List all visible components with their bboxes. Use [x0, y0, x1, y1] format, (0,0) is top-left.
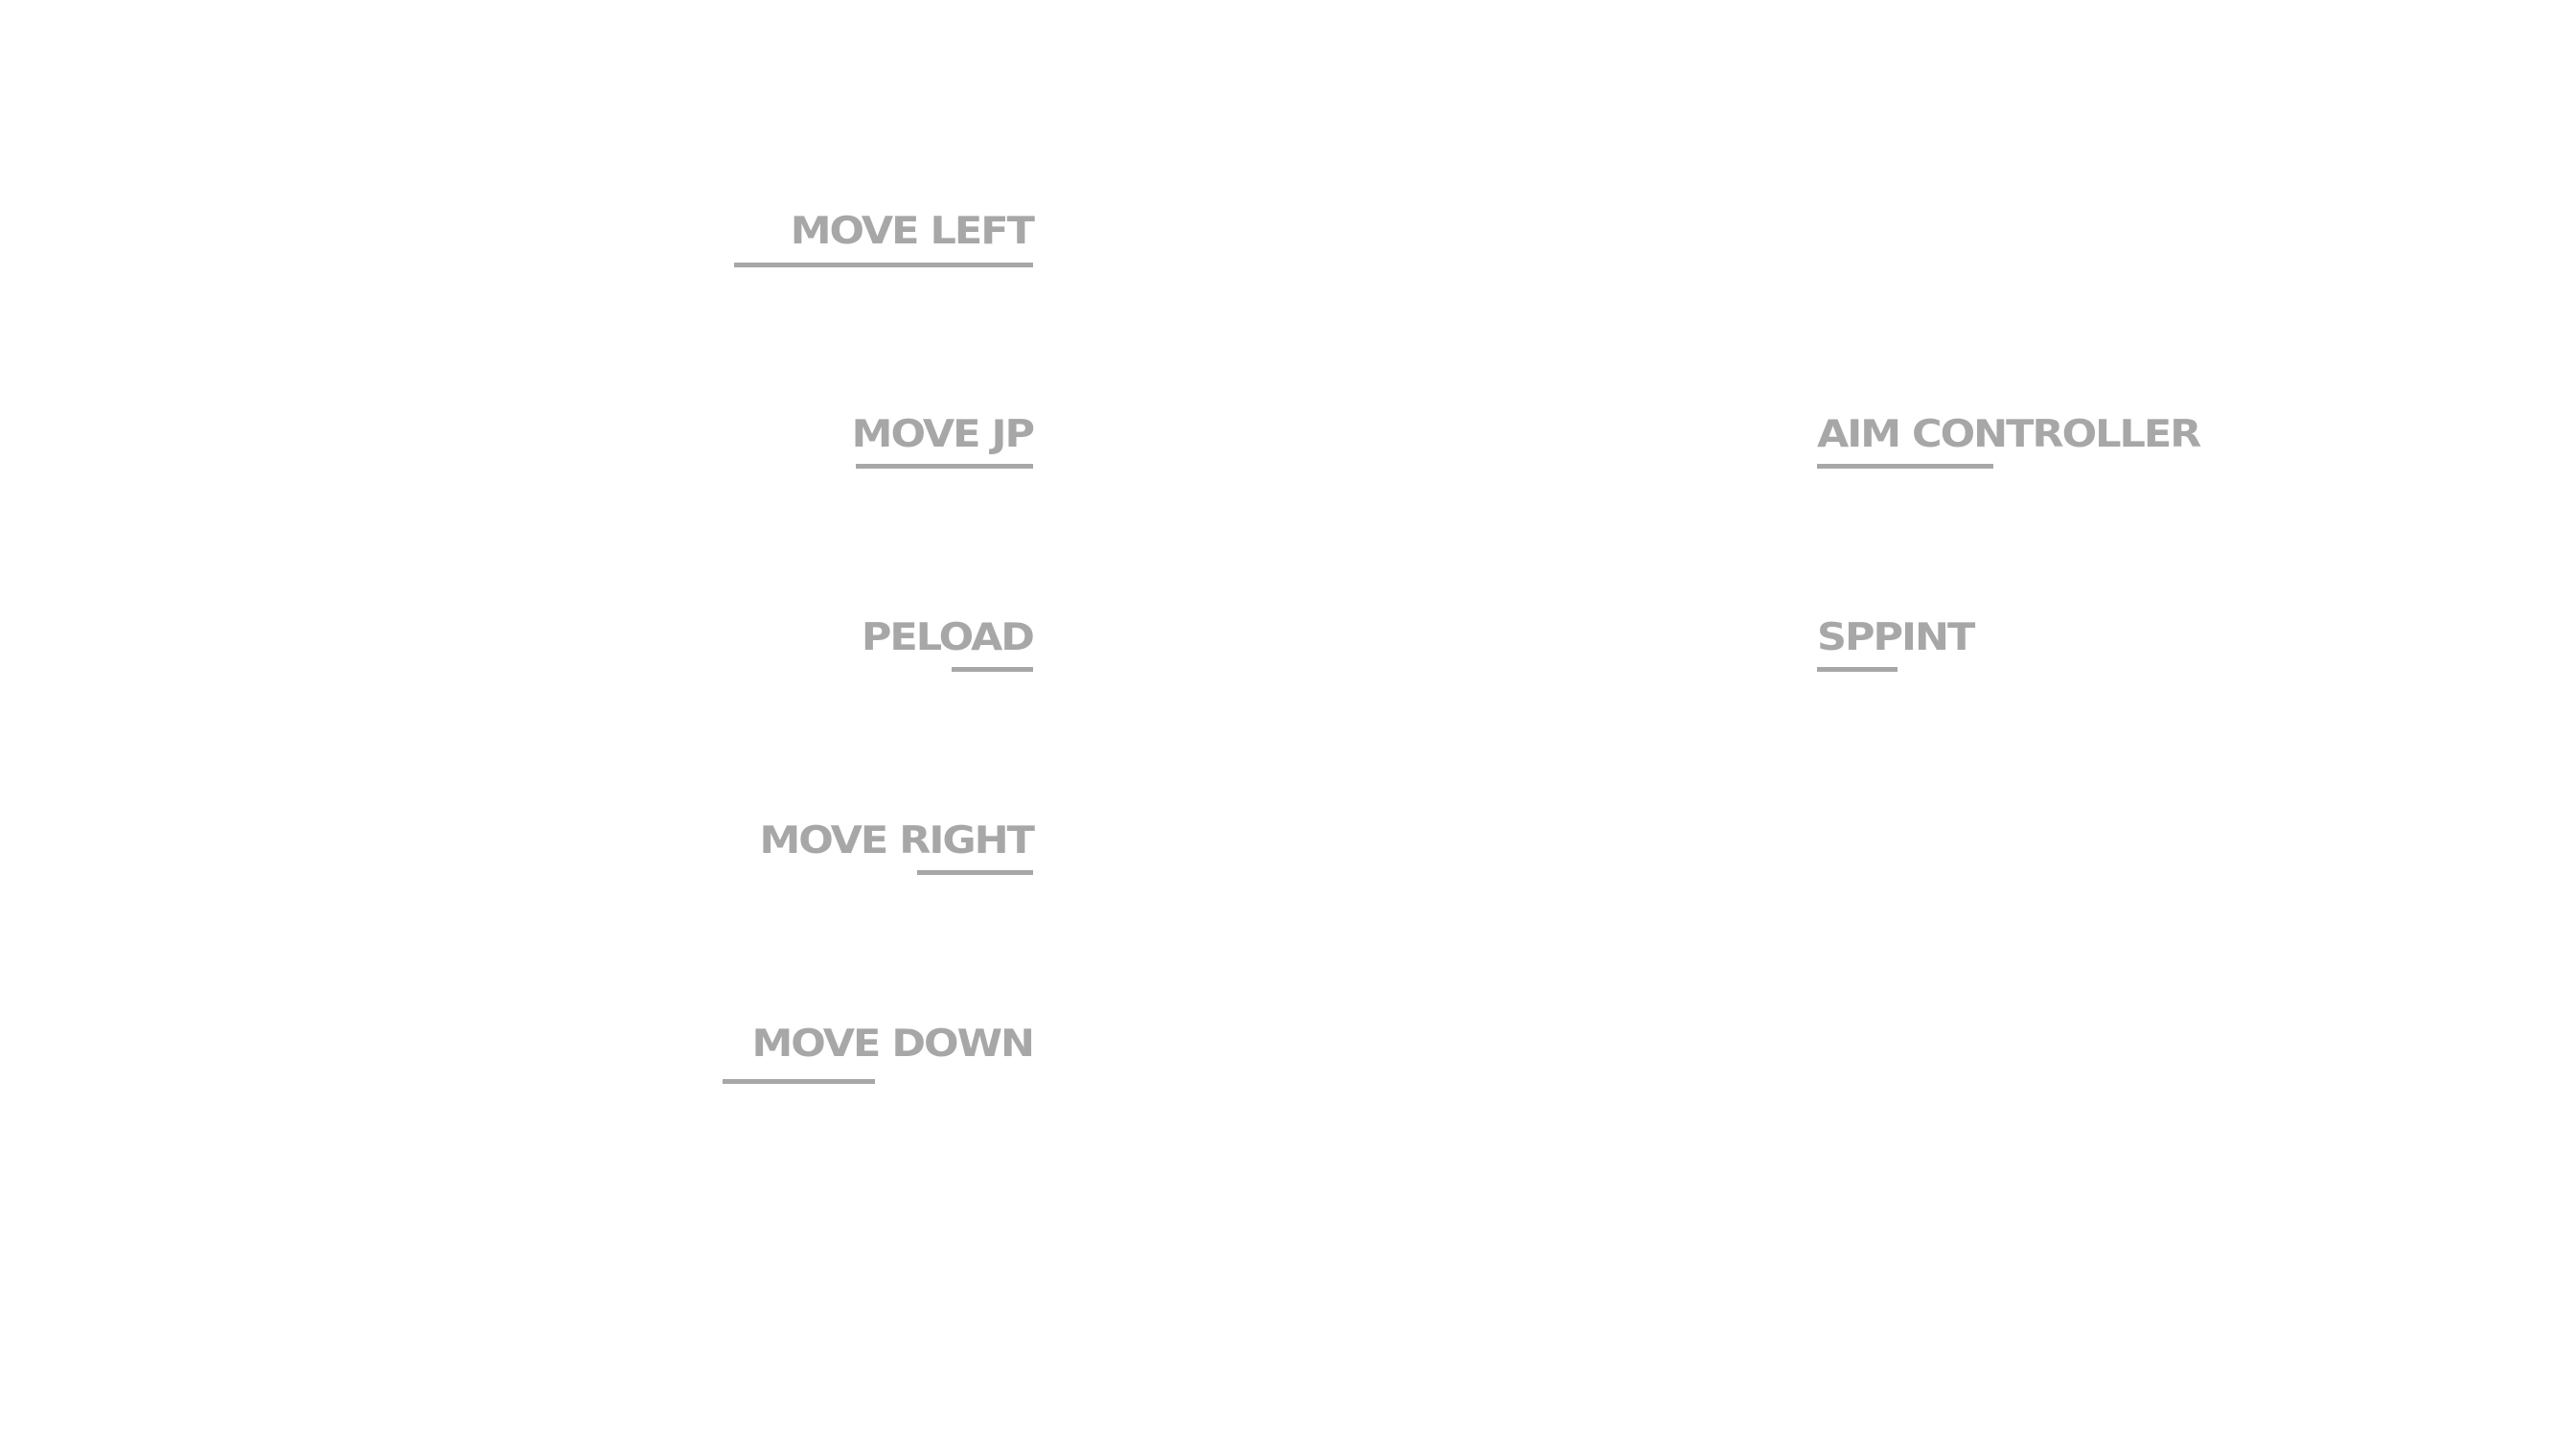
move-right-underline: [917, 870, 1033, 875]
move-up-underline: [856, 464, 1033, 469]
move-down-label: MOVE DOWN: [751, 1022, 1035, 1067]
move-down-underline: [723, 1079, 875, 1084]
move-up-label: MOVE JP: [851, 412, 1035, 457]
aim-controller-label: AIM CONTROLLER: [1817, 412, 2201, 457]
sprint-label: SPPINT: [1817, 615, 1975, 660]
reload-underline: [952, 667, 1033, 672]
move-left-underline: [734, 263, 1033, 267]
move-left-label: MOVE LEFT: [790, 209, 1035, 254]
sprint-underline: [1817, 667, 1898, 672]
reload-label: PELOAD: [861, 615, 1035, 660]
aim-controller-underline: [1817, 464, 1993, 469]
move-right-label: MOVE RIGHT: [759, 818, 1035, 863]
